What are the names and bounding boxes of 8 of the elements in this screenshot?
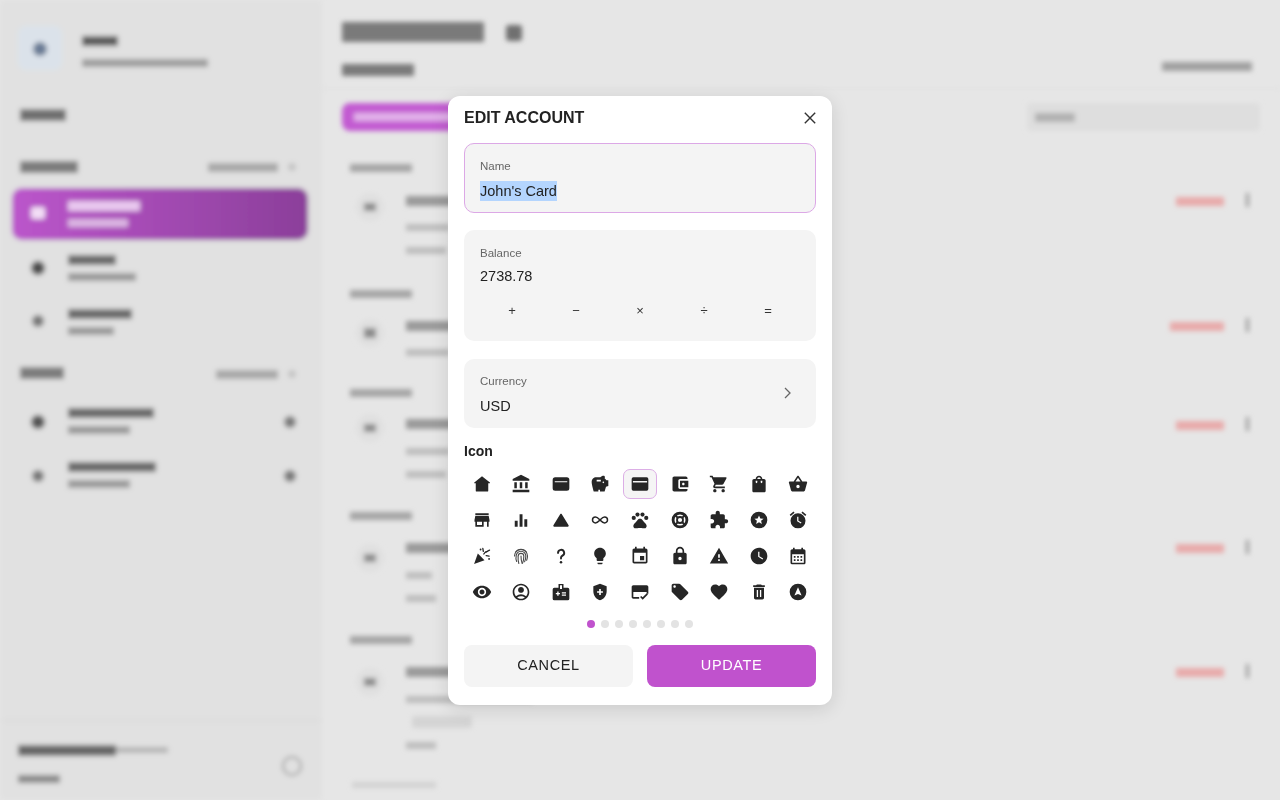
field-value: USD — [480, 396, 511, 416]
section-label: Icon — [464, 441, 493, 461]
field-value: 2738.78 — [480, 266, 533, 286]
field-label: Name — [480, 158, 511, 173]
field-label: Currency — [480, 373, 527, 388]
dialog-title: EDIT ACCOUNT — [464, 107, 585, 128]
field-value: John's Card — [480, 180, 557, 201]
field-label: Balance — [480, 245, 522, 260]
